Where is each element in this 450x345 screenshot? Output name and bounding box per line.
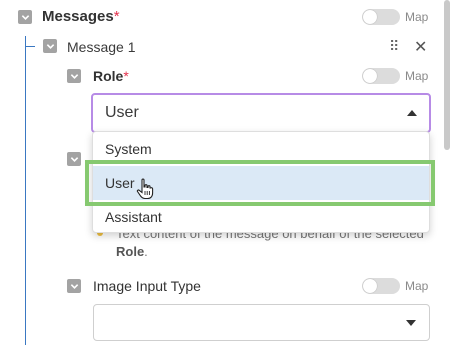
tree-line-branch	[25, 46, 35, 47]
image-input-type-collapse-toggle[interactable]	[67, 279, 81, 293]
required-mark: *	[113, 8, 120, 25]
messages-collapse-toggle[interactable]	[18, 10, 32, 24]
role-label: Role*	[93, 68, 129, 84]
tree-line-vertical	[25, 36, 26, 345]
image-input-type-map-toggle[interactable]	[362, 278, 400, 294]
message1-collapse-toggle[interactable]	[43, 39, 57, 53]
role-collapse-toggle[interactable]	[67, 69, 81, 83]
chevron-down-icon	[21, 14, 29, 20]
role-select[interactable]: User	[91, 93, 431, 133]
caret-down-icon	[406, 320, 416, 326]
content-collapse-toggle[interactable]	[67, 152, 81, 166]
role-map-label: Map	[405, 69, 429, 83]
chevron-down-icon	[70, 283, 78, 289]
message1-label: Message 1	[67, 39, 136, 55]
role-map-toggle[interactable]	[362, 68, 400, 84]
image-input-type-select[interactable]	[93, 304, 430, 341]
chevron-down-icon	[46, 43, 54, 49]
role-select-value: User	[105, 104, 139, 121]
scrollbar[interactable]	[444, 0, 450, 150]
close-icon[interactable]: ✕	[414, 37, 427, 57]
caret-up-icon	[407, 110, 417, 116]
image-input-type-label: Image Input Type	[93, 278, 201, 294]
required-mark: *	[123, 68, 129, 84]
messages-map-toggle[interactable]	[362, 9, 400, 25]
drag-handle-icon[interactable]: ⠿	[389, 38, 399, 55]
role-option-system[interactable]: System	[93, 132, 429, 166]
chevron-down-icon	[70, 156, 78, 162]
messages-map-label: Map	[405, 10, 429, 24]
hand-cursor-icon	[136, 178, 154, 200]
messages-label: Messages*	[42, 8, 120, 25]
image-input-type-map-label: Map	[405, 279, 429, 293]
role-option-assistant[interactable]: Assistant	[93, 200, 429, 234]
chevron-down-icon	[70, 73, 78, 79]
